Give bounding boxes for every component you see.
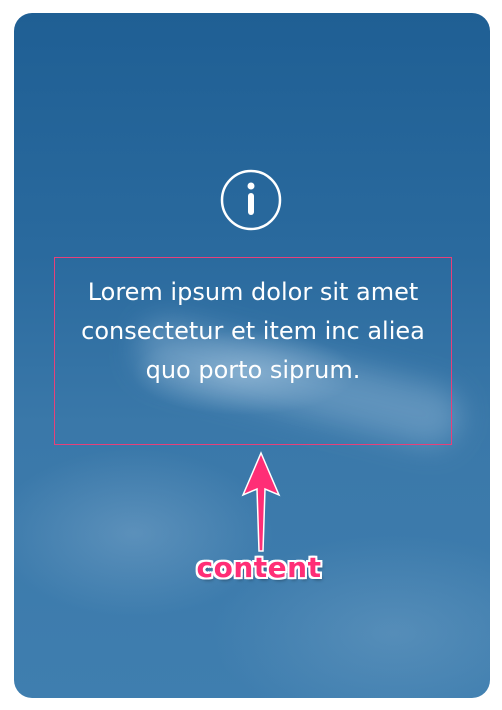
annotation-label: content: [196, 551, 322, 584]
arrow-up-icon: [241, 451, 281, 552]
info-card: Lorem ipsum dolor sit amet consectetur e…: [14, 13, 490, 698]
content-text: Lorem ipsum dolor sit amet consectetur e…: [81, 278, 425, 384]
info-icon: [220, 169, 282, 231]
